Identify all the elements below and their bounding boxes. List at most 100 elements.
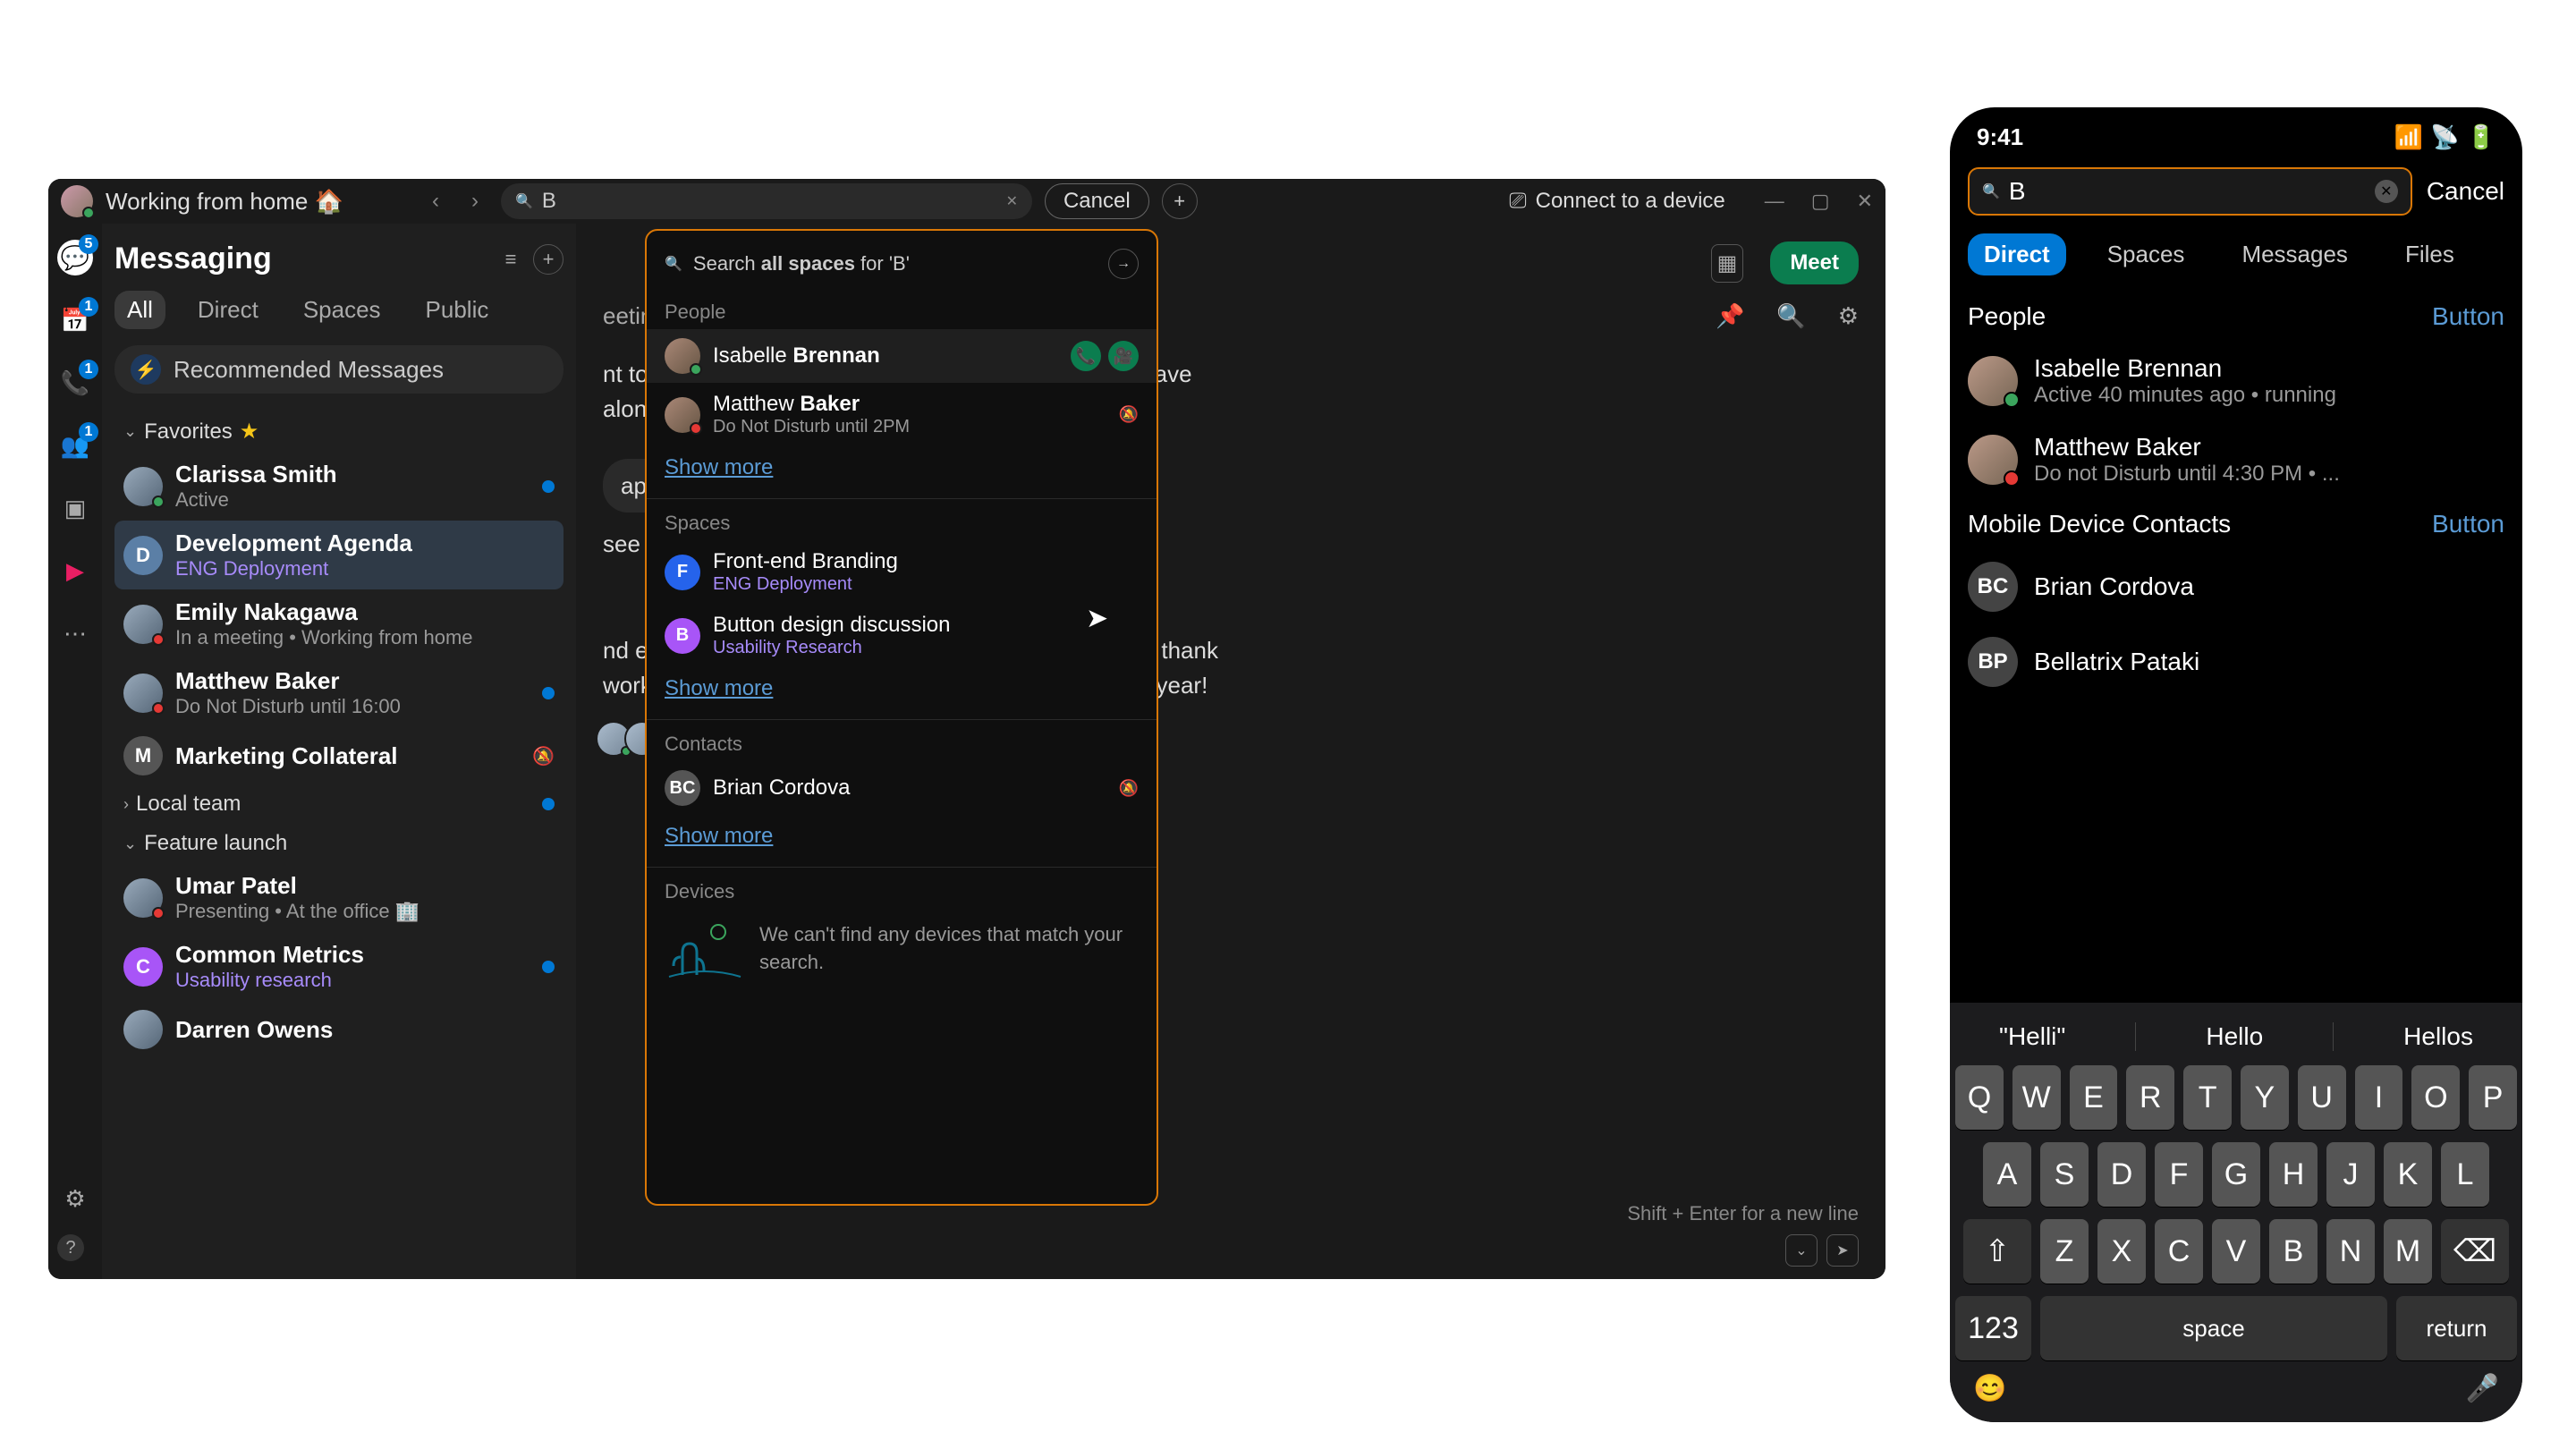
key-u[interactable]: U [2298, 1065, 2346, 1130]
whiteboard-icon[interactable]: ▦ [1711, 244, 1744, 283]
cancel-button[interactable]: Cancel [2427, 177, 2504, 206]
mobile-tab-files[interactable]: Files [2389, 233, 2470, 275]
key-s[interactable]: S [2040, 1142, 2089, 1207]
section-local-team[interactable]: ›Local team [114, 784, 564, 824]
search-result-person[interactable]: Matthew BakerDo Not Disturb until 2PM 🔕 [647, 383, 1157, 446]
key-y[interactable]: Y [2241, 1065, 2289, 1130]
list-item[interactable]: Emily NakagawaIn a meeting • Working fro… [114, 589, 564, 658]
section-button[interactable]: Button [2432, 302, 2504, 331]
mobile-result-contact[interactable]: BP Bellatrix Pataki [1950, 624, 2522, 699]
show-more-link[interactable]: Show more [647, 446, 1157, 495]
show-more-link[interactable]: Show more [647, 667, 1157, 716]
rail-calls-icon[interactable]: 📞1 [57, 365, 93, 401]
rail-teams-icon[interactable]: 👥1 [57, 428, 93, 463]
list-item[interactable]: D Development AgendaENG Deployment [114, 521, 564, 589]
mic-key[interactable]: 🎤 [2466, 1373, 2499, 1404]
shift-key[interactable]: ⇧ [1963, 1219, 2031, 1284]
key-o[interactable]: O [2411, 1065, 2460, 1130]
key-g[interactable]: G [2212, 1142, 2260, 1207]
tab-public[interactable]: Public [413, 291, 502, 329]
rail-help-icon[interactable]: ? [57, 1234, 84, 1261]
rail-more-icon[interactable]: ⋯ [57, 615, 93, 651]
clear-search-icon[interactable]: ✕ [2375, 180, 2398, 203]
mobile-result-contact[interactable]: BC Brian Cordova [1950, 549, 2522, 624]
rail-contacts-icon[interactable]: ▣ [57, 490, 93, 526]
list-item[interactable]: Darren Owens [114, 1001, 564, 1058]
kb-suggestion[interactable]: Hellos [2385, 1022, 2491, 1051]
return-key[interactable]: return [2396, 1296, 2517, 1360]
send-icon[interactable]: ➤ [1826, 1234, 1859, 1267]
clear-search-icon[interactable]: ✕ [1006, 192, 1018, 210]
meet-button[interactable]: Meet [1770, 242, 1859, 284]
user-status[interactable]: Working from home 🏠 [106, 188, 343, 216]
kb-suggestion[interactable]: "Helli" [1981, 1022, 2083, 1051]
mobile-tab-messages[interactable]: Messages [2225, 233, 2364, 275]
list-item[interactable]: M Marketing Collateral 🔕 [114, 727, 564, 784]
search-result-space[interactable]: B Button design discussionUsability Rese… [647, 604, 1157, 667]
search-result-space[interactable]: F Front-end BrandingENG Deployment [647, 540, 1157, 604]
minimize-icon[interactable]: — [1765, 190, 1784, 213]
search-result-contact[interactable]: BC Brian Cordova 🔕 [647, 761, 1157, 815]
numbers-key[interactable]: 123 [1955, 1296, 2031, 1360]
add-button[interactable]: + [1162, 183, 1198, 219]
key-t[interactable]: T [2183, 1065, 2232, 1130]
key-j[interactable]: J [2326, 1142, 2375, 1207]
compose-icon[interactable]: + [533, 244, 564, 275]
forward-icon[interactable]: › [462, 188, 488, 215]
section-feature-launch[interactable]: ⌄Feature launch [114, 824, 564, 863]
rail-app-icon[interactable]: ▶ [57, 553, 93, 589]
video-icon[interactable]: 🎥 [1108, 341, 1139, 371]
gear-icon[interactable]: ⚙ [1838, 302, 1859, 330]
mobile-tab-spaces[interactable]: Spaces [2091, 233, 2201, 275]
list-item[interactable]: Umar PatelPresenting • At the office 🏢 [114, 863, 564, 932]
key-r[interactable]: R [2126, 1065, 2174, 1130]
go-arrow-icon[interactable]: → [1108, 249, 1139, 279]
section-button[interactable]: Button [2432, 510, 2504, 538]
search-result-person[interactable]: Isabelle Brennan 📞 🎥 [647, 329, 1157, 383]
key-i[interactable]: I [2355, 1065, 2403, 1130]
connect-device-button[interactable]: ⎚ Connect to a device [1509, 189, 1724, 214]
close-icon[interactable]: ✕ [1857, 190, 1873, 213]
search-in-space-icon[interactable]: 🔍 [1776, 302, 1805, 330]
search-all-spaces[interactable]: 🔍 Search all spaces for 'B' → [647, 243, 1157, 292]
list-item[interactable]: C Common MetricsUsability research [114, 932, 564, 1001]
rail-messaging-icon[interactable]: 💬5 [57, 240, 93, 275]
list-item[interactable]: Matthew BakerDo Not Disturb until 16:00 [114, 658, 564, 727]
back-icon[interactable]: ‹ [422, 188, 449, 215]
mobile-result-person[interactable]: Isabelle BrennanActive 40 minutes ago • … [1950, 342, 2522, 420]
key-m[interactable]: M [2384, 1219, 2432, 1284]
mobile-tab-direct[interactable]: Direct [1968, 233, 2066, 275]
search-input[interactable] [542, 189, 997, 214]
space-key[interactable]: space [2040, 1296, 2387, 1360]
cancel-button[interactable]: Cancel [1045, 183, 1149, 219]
expand-icon[interactable]: ⌄ [1785, 1234, 1818, 1267]
key-f[interactable]: F [2155, 1142, 2203, 1207]
key-e[interactable]: E [2070, 1065, 2118, 1130]
key-z[interactable]: Z [2040, 1219, 2089, 1284]
key-k[interactable]: K [2384, 1142, 2432, 1207]
mobile-search-input[interactable] [2009, 177, 2366, 206]
key-n[interactable]: N [2326, 1219, 2375, 1284]
key-q[interactable]: Q [1955, 1065, 2004, 1130]
key-h[interactable]: H [2269, 1142, 2318, 1207]
key-p[interactable]: P [2469, 1065, 2517, 1130]
list-item[interactable]: Clarissa SmithActive [114, 452, 564, 521]
filter-icon[interactable]: ≡ [496, 244, 526, 275]
search-bar[interactable]: 🔍 ✕ [501, 183, 1032, 219]
key-v[interactable]: V [2212, 1219, 2260, 1284]
show-more-link[interactable]: Show more [647, 815, 1157, 863]
key-x[interactable]: X [2097, 1219, 2146, 1284]
key-w[interactable]: W [2012, 1065, 2061, 1130]
mobile-search-bar[interactable]: 🔍 ✕ [1968, 167, 2412, 216]
section-favorites[interactable]: ⌄Favorites★ [114, 411, 564, 452]
maximize-icon[interactable]: ▢ [1811, 190, 1830, 213]
emoji-key[interactable]: 😊 [1973, 1373, 2006, 1404]
tab-direct[interactable]: Direct [185, 291, 271, 329]
call-icon[interactable]: 📞 [1071, 341, 1101, 371]
key-d[interactable]: D [2097, 1142, 2146, 1207]
key-b[interactable]: B [2269, 1219, 2318, 1284]
key-l[interactable]: L [2441, 1142, 2489, 1207]
backspace-key[interactable]: ⌫ [2441, 1219, 2509, 1284]
kb-suggestion[interactable]: Hello [2188, 1022, 2281, 1051]
recommended-messages[interactable]: ⚡ Recommended Messages [114, 345, 564, 394]
